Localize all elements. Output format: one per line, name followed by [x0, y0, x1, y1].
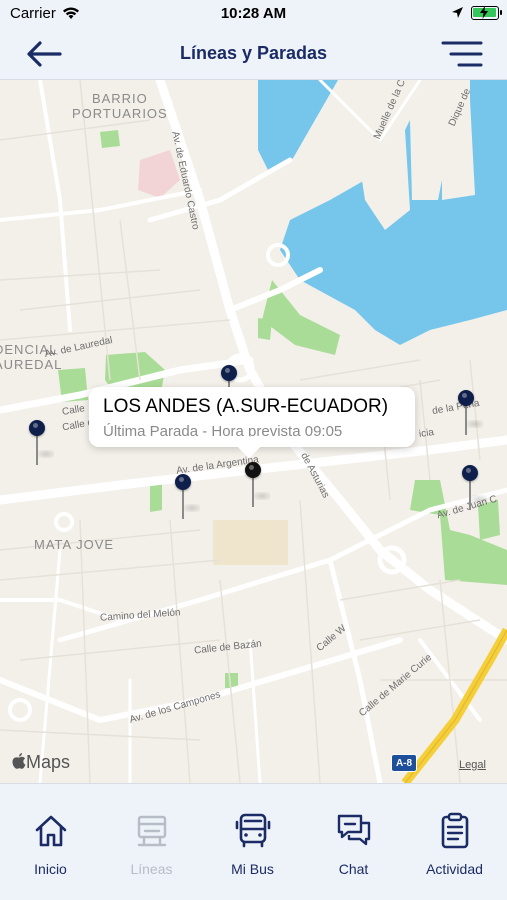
- callout-title: LOS ANDES (A.SUR-ECUADOR): [103, 396, 389, 417]
- tab-label: Líneas: [130, 861, 173, 877]
- district-label: MATA JOVE: [34, 537, 115, 552]
- tab-label: Chat: [338, 861, 369, 877]
- tab-label: Actividad: [426, 861, 483, 877]
- bus-icon: [235, 813, 271, 848]
- stop-callout[interactable]: LOS ANDES (A.SUR-ECUADOR) Última Parada …: [89, 387, 415, 447]
- home-icon: [35, 815, 67, 847]
- callout-subtitle: Última Parada - Hora prevista 09:05: [103, 423, 343, 440]
- bus-stop-pin[interactable]: [175, 474, 200, 520]
- battery-icon: [471, 6, 502, 20]
- status-time: 10:28 AM: [220, 5, 287, 22]
- maps-attribution-text: Maps: [26, 752, 71, 772]
- apple-logo-icon: [12, 753, 26, 769]
- tab-label: Mi Bus: [231, 861, 274, 877]
- bus-stop-icon: [137, 815, 167, 847]
- menu-icon: [441, 41, 483, 67]
- legal-link[interactable]: Legal: [459, 759, 486, 771]
- clipboard-icon: [441, 812, 469, 849]
- district-label: BARRIO PORTUARIOS: [72, 91, 168, 121]
- road-shield: A-8: [391, 754, 417, 772]
- tab-chat[interactable]: Chat: [303, 784, 404, 900]
- navigation-bar: Líneas y Paradas: [0, 28, 507, 80]
- bus-stop-pin[interactable]: [458, 390, 483, 436]
- street-label: icia: [418, 427, 435, 440]
- tab-label: Inicio: [34, 861, 67, 877]
- status-bar: Carrier 10:28 AM: [0, 0, 507, 28]
- tab-actividad[interactable]: Actividad: [404, 784, 505, 900]
- tab-mi-bus[interactable]: Mi Bus: [202, 784, 303, 900]
- selected-bus-stop-pin[interactable]: [245, 462, 270, 508]
- page-title: Líneas y Paradas: [179, 43, 328, 63]
- tab-inicio[interactable]: Inicio: [0, 784, 101, 900]
- bus-stop-pin[interactable]: [462, 465, 487, 511]
- map-view[interactable]: BARRIO PORTUARIOS DENCIAL AUREDAL MATA JOV…: [0, 80, 507, 783]
- menu-button[interactable]: [440, 40, 484, 68]
- location-arrow-icon: [452, 7, 463, 18]
- chat-icon: [337, 814, 371, 846]
- tab-lineas[interactable]: Líneas: [101, 784, 202, 900]
- tab-bar: Inicio Líneas Mi Bus Chat Actividad: [0, 783, 507, 900]
- bus-stop-pin[interactable]: [29, 420, 54, 466]
- maps-attribution: Maps: [12, 752, 70, 773]
